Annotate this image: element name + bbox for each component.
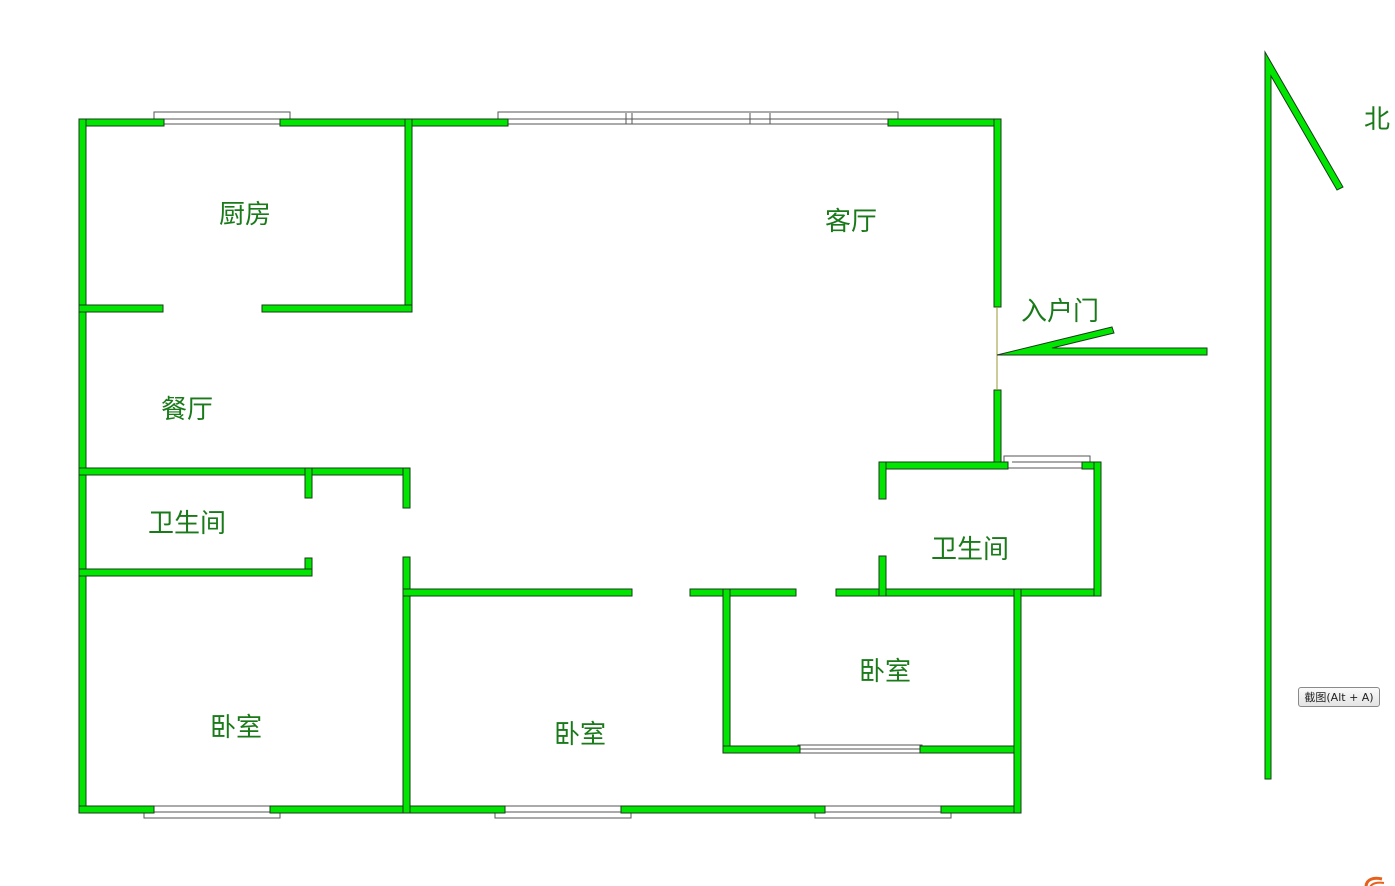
wall-kitchen-east xyxy=(404,118,413,313)
wall-bedrooms-north-2 xyxy=(689,588,797,597)
wall-bedroom-se-south-left xyxy=(722,745,801,754)
wall-kitchen-south-right xyxy=(261,304,413,313)
label-north: 北 xyxy=(1364,105,1390,135)
wall-bedroom-se-south-right xyxy=(919,745,1022,754)
wall-east-upper xyxy=(993,118,1002,308)
wall-bedroom-se-east xyxy=(1013,588,1022,814)
window-living-north xyxy=(497,111,899,125)
wall-bedroom-se-west xyxy=(722,588,731,754)
label-bedroom-southeast: 卧室 xyxy=(859,657,911,687)
wall-south-2 xyxy=(269,805,506,814)
window-kitchen-north xyxy=(153,111,291,125)
wall-south-4 xyxy=(940,805,1022,814)
label-bathroom-west: 卫生间 xyxy=(148,509,226,539)
wall-south-1 xyxy=(78,805,155,814)
wall-south-3 xyxy=(620,805,826,814)
window-bedroom-southwest xyxy=(143,805,281,819)
wall-bedrooms-north-1 xyxy=(402,588,633,597)
entrance-arrow-icon xyxy=(996,326,1208,356)
label-living-room: 客厅 xyxy=(825,207,877,237)
window-bedroom-southeast-outer xyxy=(814,805,952,819)
label-bedroom-southwest: 卧室 xyxy=(210,713,262,743)
floor-plan: 厨房 客厅 餐厅 卫生间 卫生间 卧室 卧室 卧室 入户门 北 xyxy=(78,50,1390,819)
window-bathroom-east xyxy=(1003,455,1091,469)
label-entrance: 入户门 xyxy=(1021,297,1099,327)
window-bedroom-southeast-inner xyxy=(797,744,923,754)
screenshot-tooltip: 截图(Alt + A) xyxy=(1298,687,1380,707)
label-bathroom-east: 卫生间 xyxy=(931,535,1009,565)
wall-corridor-upper xyxy=(402,467,411,509)
window-bedroom-south xyxy=(494,805,632,819)
wall-bath-east-east xyxy=(1093,461,1102,597)
wall-bath-east-west-top xyxy=(878,461,887,500)
wall-north-east xyxy=(887,118,1002,127)
wall-bath-east-north-left xyxy=(878,461,1009,470)
wall-north-kitchen xyxy=(78,118,165,127)
wall-kitchen-south-left xyxy=(78,304,164,313)
app-logo-icon xyxy=(1362,872,1395,886)
wall-bath-west-south xyxy=(78,568,313,577)
wall-north-mid xyxy=(279,118,509,127)
wall-bath-west-north xyxy=(78,467,411,476)
wall-bath-east-west-bottom xyxy=(878,555,887,597)
wall-east-lower xyxy=(993,389,1002,466)
label-dining-room: 餐厅 xyxy=(161,395,213,425)
wall-bath-west-stub-top xyxy=(304,467,313,499)
label-kitchen: 厨房 xyxy=(219,200,271,230)
label-bedroom-south: 卧室 xyxy=(554,720,606,750)
wall-bedrooms-north-3 xyxy=(835,588,1102,597)
wall-west xyxy=(78,118,87,814)
north-arrow-icon xyxy=(1264,50,1344,780)
